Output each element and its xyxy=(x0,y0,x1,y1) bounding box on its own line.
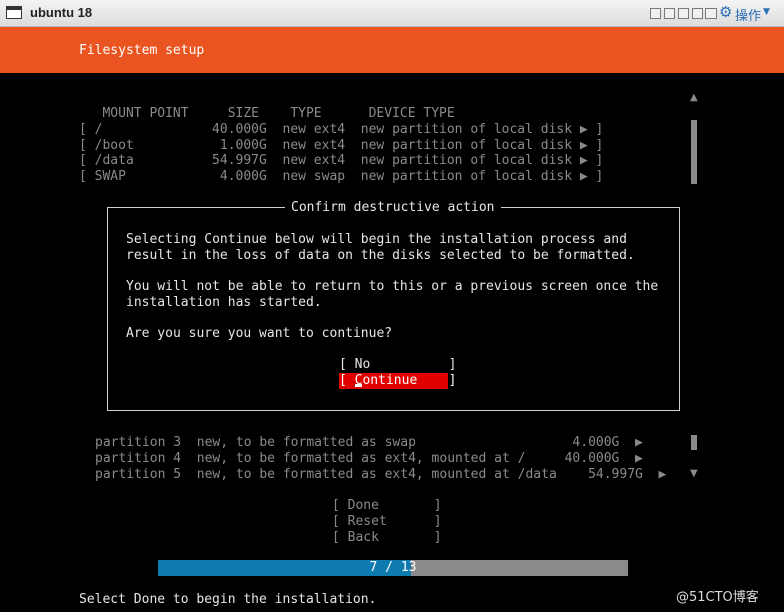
scroll-down-icon[interactable]: ▼ xyxy=(690,468,698,479)
gear-icon[interactable]: ⚙ xyxy=(719,3,732,21)
done-button[interactable]: [ Done ] xyxy=(332,498,442,514)
scroll-up-icon[interactable]: ▲ xyxy=(690,92,698,103)
text-cursor xyxy=(355,384,362,387)
list-item[interactable]: partition 4 new, to be formatted as ext4… xyxy=(95,451,643,467)
scrollbar-thumb[interactable] xyxy=(691,120,697,184)
table-row[interactable]: [ SWAP 4.000G new swap new partition of … xyxy=(79,169,603,185)
table-header: MOUNT POINT SIZE TYPE DEVICE TYPE xyxy=(79,106,455,121)
chevron-down-icon[interactable]: ▼ xyxy=(763,7,770,17)
titlebar-button-2[interactable] xyxy=(664,8,675,19)
dialog-text: You will not be able to return to this o… xyxy=(126,279,659,294)
dialog-text: result in the loss of data on the disks … xyxy=(126,248,635,263)
no-button[interactable]: [ No ] xyxy=(339,357,456,373)
titlebar-button-3[interactable] xyxy=(678,8,689,19)
watermark: @51CTO博客 xyxy=(676,590,759,605)
reset-button[interactable]: [ Reset ] xyxy=(332,514,442,530)
dialog-text: installation has started. xyxy=(126,295,322,310)
scrollbar-thumb[interactable] xyxy=(691,435,697,450)
dialog-title: Confirm destructive action xyxy=(285,200,501,216)
list-item[interactable]: partition 5 new, to be formatted as ext4… xyxy=(95,467,666,483)
vm-window-icon xyxy=(6,6,22,19)
titlebar-button-5[interactable] xyxy=(705,8,717,19)
table-row[interactable]: [ / 40.000G new ext4 new partition of lo… xyxy=(79,122,603,138)
installer-header: Filesystem setup xyxy=(0,27,784,73)
progress-label: 7 / 13 xyxy=(369,560,417,575)
operations-menu[interactable]: 操作 xyxy=(735,5,761,24)
list-item[interactable]: partition 3 new, to be formatted as swap… xyxy=(95,435,643,451)
page-title: Filesystem setup xyxy=(79,43,205,58)
back-button[interactable]: [ Back ] xyxy=(332,530,442,546)
status-text: Select Done to begin the installation. xyxy=(79,592,377,607)
titlebar-button-1[interactable] xyxy=(650,8,661,19)
table-row[interactable]: [ /data 54.997G new ext4 new partition o… xyxy=(79,153,603,169)
titlebar-button-4[interactable] xyxy=(692,8,703,19)
vm-titlebar: ubuntu 18 ⚙ 操作 ▼ xyxy=(0,0,784,27)
dialog-text: Selecting Continue below will begin the … xyxy=(126,232,627,247)
table-row[interactable]: [ /boot 1.000G new ext4 new partition of… xyxy=(79,138,603,154)
progress-bar: 7 / 13 xyxy=(158,560,628,576)
dialog-question: Are you sure you want to continue? xyxy=(126,326,393,341)
vm-title: ubuntu 18 xyxy=(30,5,93,20)
